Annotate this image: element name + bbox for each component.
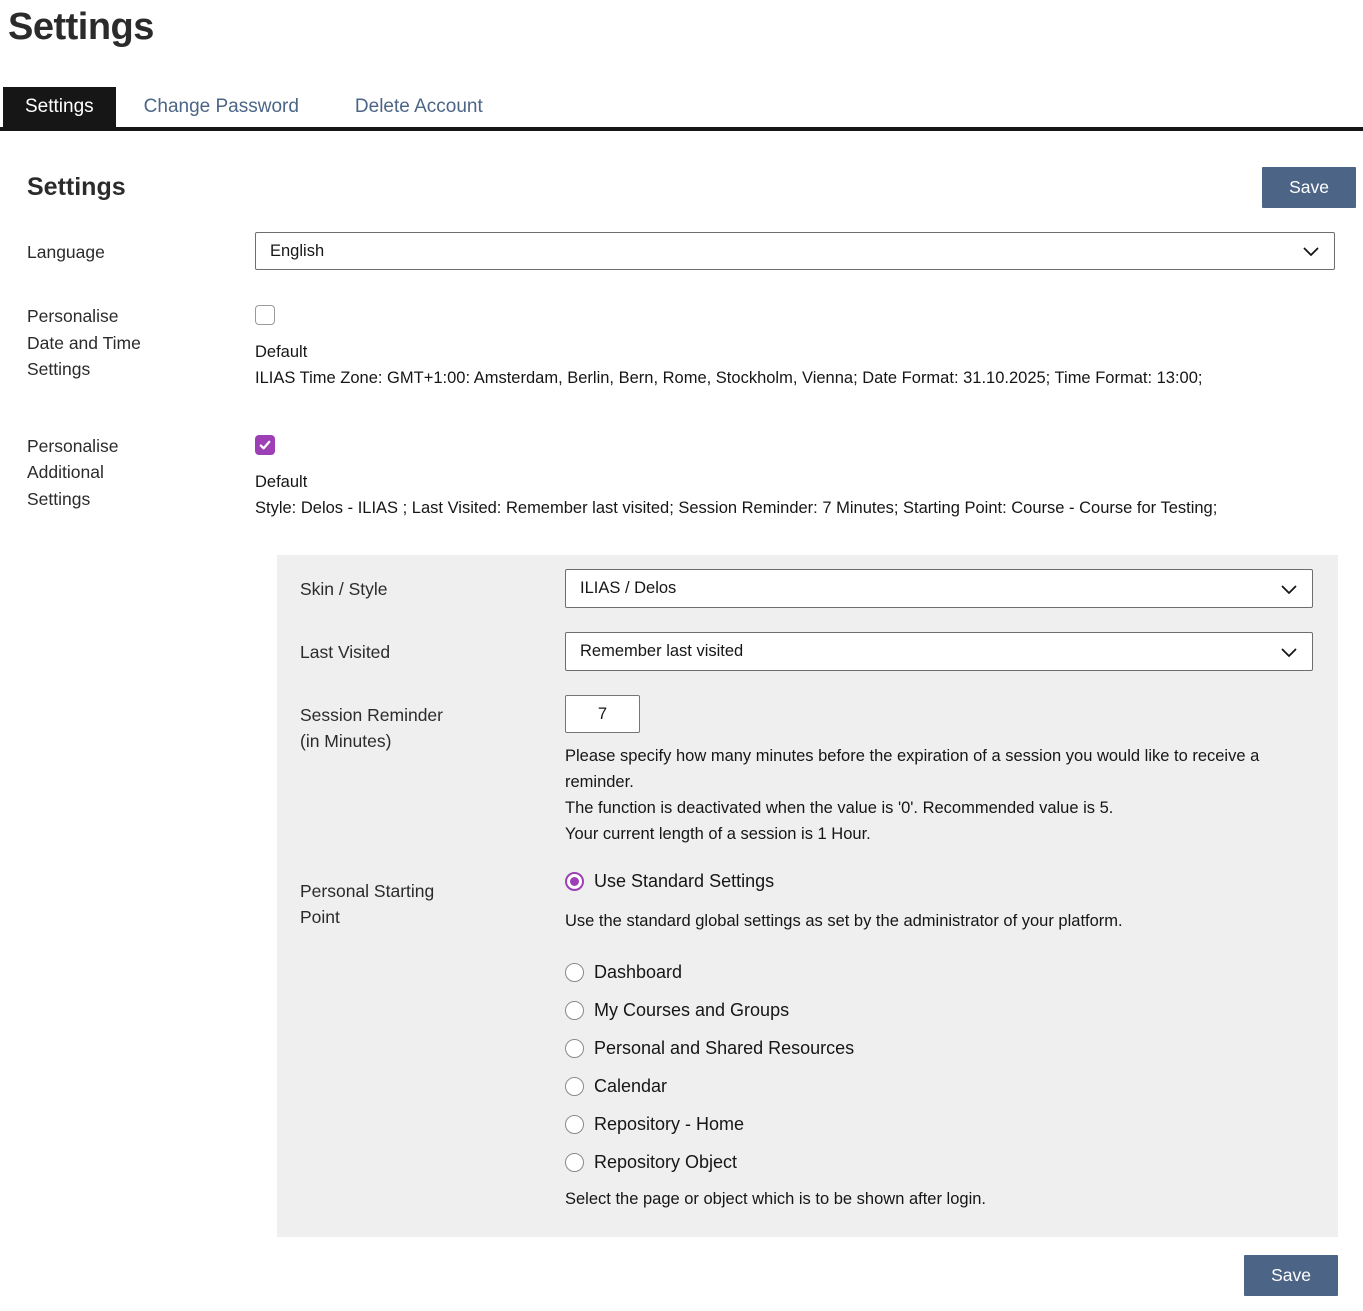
skin-style-row: Skin / Style ILIAS / Delos [300,569,1313,608]
radio-repository-object[interactable]: Repository Object [565,1152,1313,1173]
section-title: Settings [27,173,126,202]
toolbar: Settings Save [27,167,1356,208]
last-visited-row: Last Visited Remember last visited [300,632,1313,671]
language-select[interactable]: English [255,232,1335,270]
radio-selected-icon [565,872,584,891]
additional-settings-row: Personalise Additional Settings Default … [27,426,1356,522]
language-select-value: English [270,242,324,261]
chevron-down-icon [1303,247,1319,257]
datetime-default-heading: Default [255,343,1335,362]
datetime-default-text: ILIAS Time Zone: GMT+1:00: Amsterdam, Be… [255,366,1335,392]
settings-content: Settings Save Language English Personali… [0,167,1363,1237]
session-reminder-label: Session Reminder (in Minutes) [300,702,452,755]
additional-default-text: Style: Delos - ILIAS ; Last Visited: Rem… [255,496,1335,522]
session-reminder-row: Session Reminder (in Minutes) Please spe… [300,695,1313,847]
session-reminder-help-1: Please specify how many minutes before t… [565,743,1313,795]
radio-dashboard[interactable]: Dashboard [565,962,1313,983]
page-title: Settings [8,6,1363,49]
radio-icon [565,963,584,982]
checkmark-icon [258,438,272,452]
radio-icon [565,1039,584,1058]
radio-icon [565,1001,584,1020]
starting-point-label: Personal Starting Point [300,878,452,931]
datetime-settings-label: Personalise Date and Time Settings [27,303,159,383]
tab-bar: Settings Change Password Delete Account [0,87,1363,131]
datetime-settings-checkbox[interactable] [255,305,275,325]
tab-change-password[interactable]: Change Password [116,87,327,127]
starting-point-row: Personal Starting Point Use Standard Set… [300,871,1313,1209]
last-visited-select[interactable]: Remember last visited [565,632,1313,671]
last-visited-label: Last Visited [300,639,390,665]
session-reminder-help-2: The function is deactivated when the val… [565,795,1313,821]
session-reminder-input[interactable] [565,695,640,733]
settings-form: Language English Personalise Date and Ti… [27,232,1356,1237]
datetime-settings-row: Personalise Date and Time Settings Defau… [27,296,1356,392]
radio-icon [565,1077,584,1096]
radio-my-courses-and-groups[interactable]: My Courses and Groups [565,1000,1313,1021]
radio-repository-home[interactable]: Repository - Home [565,1114,1313,1135]
additional-default-heading: Default [255,473,1335,492]
additional-settings-label: Personalise Additional Settings [27,433,159,513]
starting-point-help: Select the page or object which is to be… [565,1190,1313,1209]
radio-icon [565,1115,584,1134]
language-label: Language [27,239,105,266]
additional-settings-checkbox[interactable] [255,435,275,455]
use-standard-settings-help: Use the standard global settings as set … [565,909,1313,935]
radio-use-standard-settings[interactable]: Use Standard Settings [565,871,1313,892]
language-row: Language English [27,232,1356,270]
radio-icon [565,1153,584,1172]
session-reminder-help-3: Your current length of a session is 1 Ho… [565,821,1313,847]
save-button-bottom[interactable]: Save [1244,1255,1338,1296]
skin-style-select[interactable]: ILIAS / Delos [565,569,1313,608]
chevron-down-icon [1281,648,1297,658]
last-visited-select-value: Remember last visited [580,642,743,661]
radio-calendar[interactable]: Calendar [565,1076,1313,1097]
save-button-top[interactable]: Save [1262,167,1356,208]
radio-personal-and-shared-resources[interactable]: Personal and Shared Resources [565,1038,1313,1059]
skin-style-label: Skin / Style [300,576,388,602]
additional-settings-panel: Skin / Style ILIAS / Delos Last Visited [277,555,1338,1237]
tab-settings[interactable]: Settings [3,87,116,127]
chevron-down-icon [1281,585,1297,595]
skin-style-select-value: ILIAS / Delos [580,579,676,598]
tab-delete-account[interactable]: Delete Account [327,87,511,127]
bottom-bar: Save [0,1255,1338,1296]
